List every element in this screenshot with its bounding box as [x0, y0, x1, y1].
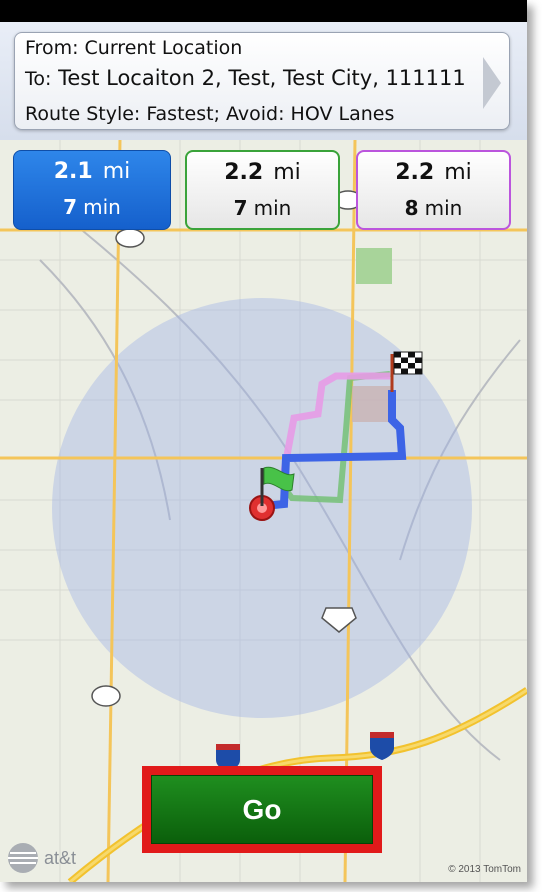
map-copyright: © 2013 TomTom	[448, 864, 521, 875]
go-button-highlight: Go	[142, 766, 382, 853]
route-header: From: Current Location To: Test Locaiton…	[0, 22, 527, 140]
route-summary-card[interactable]: From: Current Location To: Test Locaiton…	[14, 32, 510, 130]
route-option-distance: 2.2 mi	[395, 160, 472, 185]
chevron-right-icon[interactable]	[481, 55, 503, 111]
route-option-time: 8 min	[404, 196, 463, 220]
route-option-time: 7 min	[233, 196, 292, 220]
to-label: To:	[25, 68, 52, 90]
map-view[interactable]: 2.1 mi 7 min 2.2 mi 7 min 2.2 mi 8 min Go	[0, 140, 527, 882]
go-button[interactable]: Go	[151, 775, 373, 844]
route-option-time: 7 min	[63, 195, 121, 219]
att-globe-icon	[8, 843, 38, 873]
to-value: Test Locaiton 2, Test, Test City, 111111	[58, 66, 466, 90]
phone-screen: From: Current Location To: Test Locaiton…	[0, 0, 527, 882]
carrier-logo: at&t	[6, 840, 76, 876]
status-bar	[0, 0, 527, 22]
route-option-distance: 2.1 mi	[53, 159, 131, 184]
route-style: Route Style: Fastest; Avoid: HOV Lanes	[25, 103, 395, 125]
route-option-2[interactable]: 2.2 mi 7 min	[185, 150, 340, 230]
route-option-3[interactable]: 2.2 mi 8 min	[356, 150, 511, 230]
route-option-distance: 2.2 mi	[224, 160, 301, 185]
carrier-name: at&t	[44, 847, 77, 868]
from-location: From: Current Location	[25, 37, 243, 59]
to-location: To: Test Locaiton 2, Test, Test City, 11…	[25, 66, 466, 90]
route-option-1[interactable]: 2.1 mi 7 min	[13, 150, 171, 230]
